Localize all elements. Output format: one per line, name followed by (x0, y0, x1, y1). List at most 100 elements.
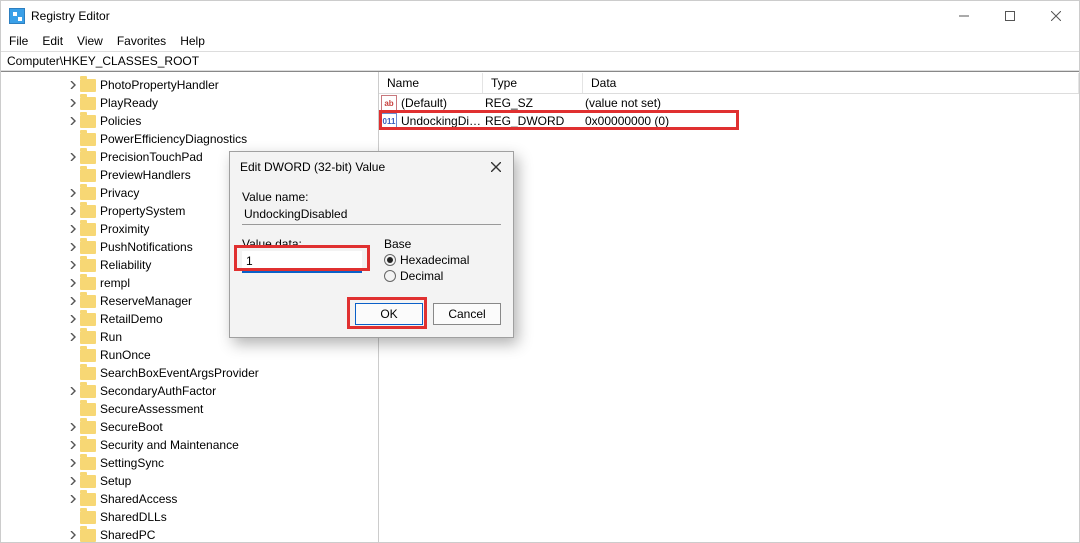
folder-icon (80, 421, 96, 434)
radio-hex-label: Hexadecimal (400, 253, 469, 267)
base-label: Base (384, 237, 469, 251)
minimize-button[interactable] (941, 1, 987, 31)
chevron-right-icon[interactable] (67, 385, 79, 397)
tree-node-label: Setup (100, 474, 131, 488)
tree-node[interactable]: PlayReady (1, 94, 378, 112)
chevron-right-icon[interactable] (67, 457, 79, 469)
tree-node[interactable]: SecondaryAuthFactor (1, 382, 378, 400)
chevron-right-icon[interactable] (67, 313, 79, 325)
close-button[interactable] (1033, 1, 1079, 31)
tree-node[interactable]: SecureAssessment (1, 400, 378, 418)
address-bar[interactable]: Computer\HKEY_CLASSES_ROOT (1, 51, 1079, 71)
folder-icon (80, 367, 96, 380)
tree-node[interactable]: SearchBoxEventArgsProvider (1, 364, 378, 382)
chevron-right-icon[interactable] (67, 151, 79, 163)
chevron-right-icon[interactable] (67, 115, 79, 127)
tree-node-label: SharedPC (100, 528, 155, 542)
chevron-right-icon[interactable] (67, 223, 79, 235)
col-header-data[interactable]: Data (583, 73, 1079, 93)
tree-node-label: PropertySystem (100, 204, 185, 218)
tree-node-label: PushNotifications (100, 240, 193, 254)
value-row[interactable]: ab(Default)REG_SZ(value not set) (379, 94, 1079, 112)
tree-node-label: SharedAccess (100, 492, 177, 506)
maximize-icon (1005, 11, 1015, 21)
tree-node[interactable]: RunOnce (1, 346, 378, 364)
edit-dword-dialog: Edit DWORD (32-bit) Value Value name: Un… (229, 151, 514, 338)
col-header-type[interactable]: Type (483, 73, 583, 93)
menu-file[interactable]: File (9, 34, 28, 48)
window-title: Registry Editor (31, 9, 110, 23)
ok-button[interactable]: OK (355, 303, 423, 325)
tree-node[interactable]: SecureBoot (1, 418, 378, 436)
folder-icon (80, 151, 96, 164)
chevron-right-icon[interactable] (67, 529, 79, 541)
menu-edit[interactable]: Edit (42, 34, 63, 48)
radio-hex[interactable] (384, 254, 396, 266)
chevron-right-icon[interactable] (67, 241, 79, 253)
chevron-right-icon[interactable] (67, 439, 79, 451)
folder-icon (80, 79, 96, 92)
tree-node-label: PrecisionTouchPad (100, 150, 203, 164)
chevron-right-icon[interactable] (67, 79, 79, 91)
chevron-right-icon[interactable] (67, 331, 79, 343)
cancel-button[interactable]: Cancel (433, 303, 501, 325)
folder-icon (80, 529, 96, 542)
tree-node-label: SecureAssessment (100, 402, 203, 416)
tree-node-label: PowerEfficiencyDiagnostics (100, 132, 247, 146)
dialog-titlebar[interactable]: Edit DWORD (32-bit) Value (230, 152, 513, 182)
chevron-right-icon[interactable] (67, 97, 79, 109)
chevron-right-icon[interactable] (67, 421, 79, 433)
string-value-icon: ab (381, 95, 397, 111)
folder-icon (80, 97, 96, 110)
radio-dec[interactable] (384, 270, 396, 282)
close-icon (491, 162, 501, 172)
menu-view[interactable]: View (77, 34, 103, 48)
chevron-right-icon[interactable] (67, 295, 79, 307)
chevron-right-icon[interactable] (67, 187, 79, 199)
tree-node[interactable]: Security and Maintenance (1, 436, 378, 454)
dialog-close-button[interactable] (485, 156, 507, 178)
tree-node[interactable]: SharedDLLs (1, 508, 378, 526)
window-controls (941, 1, 1079, 31)
value-name: (Default) (401, 96, 485, 110)
folder-icon (80, 205, 96, 218)
menu-favorites[interactable]: Favorites (117, 34, 166, 48)
chevron-right-icon[interactable] (67, 259, 79, 271)
radio-hex-row[interactable]: Hexadecimal (384, 253, 469, 267)
dialog-title: Edit DWORD (32-bit) Value (240, 160, 385, 174)
cancel-label: Cancel (448, 307, 485, 321)
menubar: File Edit View Favorites Help (1, 31, 1079, 51)
maximize-button[interactable] (987, 1, 1033, 31)
value-data-input[interactable] (242, 251, 362, 273)
chevron-right-icon[interactable] (67, 205, 79, 217)
tree-node-label: rempl (100, 276, 130, 290)
folder-icon (80, 493, 96, 506)
chevron-right-icon[interactable] (67, 277, 79, 289)
menu-help[interactable]: Help (180, 34, 205, 48)
radio-dec-row[interactable]: Decimal (384, 269, 469, 283)
tree-node-label: Proximity (100, 222, 149, 236)
value-row[interactable]: 011UndockingDisab...REG_DWORD0x00000000 … (379, 112, 1079, 130)
tree-node-label: SecondaryAuthFactor (100, 384, 216, 398)
titlebar: Registry Editor (1, 1, 1079, 31)
value-name-field[interactable]: UndockingDisabled (242, 204, 501, 225)
tree-node[interactable]: SettingSync (1, 454, 378, 472)
value-name-label: Value name: (242, 190, 501, 204)
tree-node[interactable]: SharedPC (1, 526, 378, 542)
folder-icon (80, 313, 96, 326)
close-icon (1051, 11, 1061, 21)
chevron-right-icon[interactable] (67, 475, 79, 487)
tree-node-label: SearchBoxEventArgsProvider (100, 366, 259, 380)
tree-node[interactable]: PhotoPropertyHandler (1, 76, 378, 94)
tree-node-label: PreviewHandlers (100, 168, 191, 182)
chevron-right-icon[interactable] (67, 493, 79, 505)
tree-node[interactable]: PowerEfficiencyDiagnostics (1, 130, 378, 148)
folder-icon (80, 169, 96, 182)
folder-icon (80, 439, 96, 452)
value-name: UndockingDisab... (401, 114, 485, 128)
col-header-name[interactable]: Name (379, 73, 483, 93)
folder-icon (80, 331, 96, 344)
tree-node[interactable]: Policies (1, 112, 378, 130)
tree-node[interactable]: SharedAccess (1, 490, 378, 508)
tree-node[interactable]: Setup (1, 472, 378, 490)
